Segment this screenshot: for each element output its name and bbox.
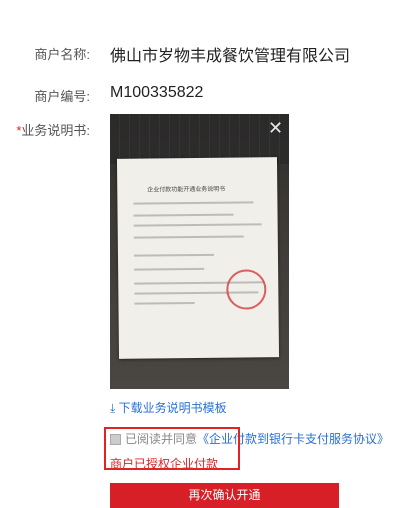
merchant-id-value: M100335822 [110,84,204,101]
download-template-label: 下载业务说明书模板 [118,401,227,415]
highlight-box [104,427,240,470]
confirm-open-button[interactable]: 再次确认开通 [110,483,339,508]
business-doc-photo[interactable]: 企业付款功能开通业务说明书 ✕ [110,114,289,389]
download-template-link[interactable]: ⤓ 下载业务说明书模板 [110,399,227,416]
doc-line [133,201,254,205]
company-seal [226,269,267,310]
doc-line [133,223,262,227]
download-icon: ⤓ [110,401,119,415]
business-doc-label: *业务说明书: [6,120,90,139]
business-doc-label-text: 业务说明书: [21,123,90,138]
doc-line [133,253,214,257]
doc-line [134,267,205,271]
doc-line [133,213,234,217]
doc-line [134,302,195,305]
merchant-name-value: 佛山市岁物丰成餐饮管理有限公司 [110,48,351,65]
merchant-name-label: 商户名称: [34,47,90,62]
merchant-id-label: 商户编号: [34,89,90,104]
document-paper: 企业付款功能开通业务说明书 [116,157,280,359]
close-icon[interactable]: ✕ [268,119,284,137]
document-title: 企业付款功能开通业务说明书 [147,186,226,194]
doc-line [133,235,244,239]
